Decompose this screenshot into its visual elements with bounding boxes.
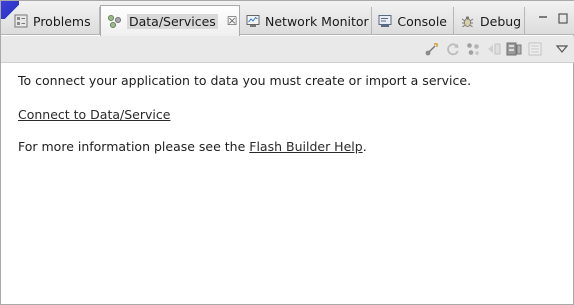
tab-console[interactable]: Console (372, 7, 454, 35)
service-icon[interactable] (506, 41, 522, 57)
maximize-button[interactable] (555, 7, 571, 29)
connect-icon[interactable] (424, 41, 440, 57)
view-toolbar (1, 36, 574, 63)
properties-icon[interactable] (527, 41, 543, 57)
more-info-suffix: . (362, 139, 367, 154)
tab-problems[interactable]: Problems (7, 7, 100, 35)
tab-network-monitor-label: Network Monitor (265, 13, 369, 29)
console-icon (378, 14, 392, 29)
close-icon[interactable]: ☒ (227, 14, 238, 28)
configure-icon[interactable] (465, 41, 481, 57)
tab-problems-label: Problems (33, 13, 91, 29)
tab-network-monitor[interactable]: Network Monitor (240, 7, 372, 35)
refresh-icon[interactable] (445, 41, 461, 57)
data-services-panel: Problems Data/Services ☒ Network Monitor… (0, 0, 574, 305)
flash-builder-help-link[interactable]: Flash Builder Help (249, 139, 362, 154)
minimize-button[interactable] (535, 7, 551, 29)
minimize-icon (539, 16, 547, 18)
tab-data-services-label: Data/Services (127, 13, 218, 29)
debug-icon (460, 14, 475, 29)
data-services-icon (107, 14, 122, 29)
view-menu-icon[interactable] (554, 41, 570, 57)
generate-icon[interactable] (486, 41, 502, 57)
connect-to-data-service-link[interactable]: Connect to Data/Service (18, 107, 170, 122)
problems-icon (13, 14, 28, 29)
tab-debug[interactable]: Debug (454, 7, 525, 35)
more-info-text: For more information please see the Flas… (18, 139, 367, 154)
tab-data-services[interactable]: Data/Services ☒ (100, 5, 240, 36)
maximize-icon (558, 12, 568, 24)
tab-console-label: Console (397, 13, 447, 29)
more-info-prefix: For more information please see the (18, 139, 250, 154)
intro-text: To connect your application to data you … (18, 73, 472, 88)
view-tab-bar: Problems Data/Services ☒ Network Monitor… (1, 1, 574, 36)
tab-debug-label: Debug (480, 13, 522, 29)
network-monitor-icon (246, 14, 260, 29)
